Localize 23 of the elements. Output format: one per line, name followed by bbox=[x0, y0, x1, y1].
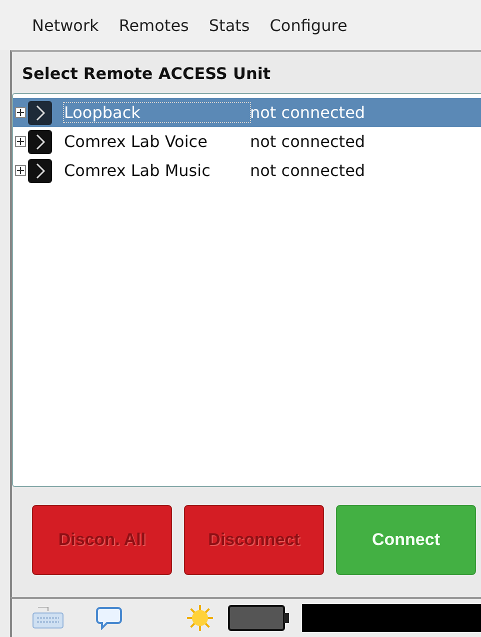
speech-bubble-icon[interactable] bbox=[96, 606, 122, 630]
menu-item[interactable]: Network bbox=[32, 16, 99, 34]
unit-row[interactable]: Comrex Lab Voice not connected bbox=[13, 127, 481, 156]
menu-item[interactable]: Remotes bbox=[118, 16, 189, 34]
sun-icon bbox=[186, 604, 214, 632]
battery-icon bbox=[228, 605, 290, 631]
unit-name: Comrex Lab Voice bbox=[64, 132, 208, 151]
unit-status: not connected bbox=[250, 132, 366, 151]
chevron-icon bbox=[28, 130, 52, 154]
expand-icon[interactable] bbox=[15, 165, 26, 176]
chevron-icon bbox=[28, 100, 52, 124]
unit-row[interactable]: Loopback not connected bbox=[13, 98, 481, 127]
menu-item[interactable]: Stats bbox=[208, 16, 250, 34]
unit-status: not connected bbox=[250, 103, 366, 122]
chevron-icon bbox=[28, 158, 52, 182]
unit-status: not connected bbox=[250, 161, 366, 180]
unit-name: Loopback bbox=[64, 103, 250, 122]
unit-name: Comrex Lab Music bbox=[64, 161, 212, 180]
expand-icon[interactable] bbox=[15, 107, 26, 118]
menu-item[interactable]: Configure bbox=[270, 16, 348, 34]
expand-icon[interactable] bbox=[15, 136, 26, 147]
panel-title: Select Remote ACCESS Unit bbox=[21, 63, 272, 85]
unit-row[interactable]: Comrex Lab Music not connected bbox=[13, 156, 481, 185]
